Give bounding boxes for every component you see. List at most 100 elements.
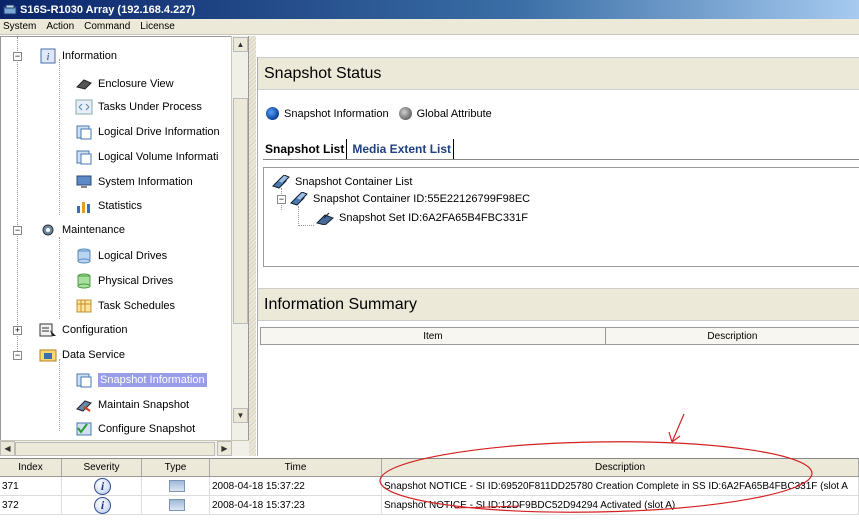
window-title-bar: S16S-R1030 Array (192.168.4.227): [0, 0, 859, 19]
column-header-time[interactable]: Time: [210, 459, 382, 476]
tree-label: System Information: [98, 176, 193, 188]
information-icon: i: [39, 48, 57, 64]
logical-drives-icon: [75, 248, 93, 264]
snapshot-container-icon: [290, 191, 308, 207]
radio-global-attribute[interactable]: [398, 107, 412, 120]
menu-action[interactable]: Action: [46, 21, 74, 32]
physical-drives-icon: [75, 273, 93, 289]
tree-item-maintenance[interactable]: Maintenance: [39, 219, 125, 241]
cell-time: 2008-04-18 15:37:22: [210, 477, 382, 495]
app-icon: [3, 4, 17, 14]
tree-label: Snapshot Container ID:55E22126799F98EC: [313, 193, 531, 205]
scroll-thumb[interactable]: [233, 98, 248, 324]
menu-command[interactable]: Command: [84, 21, 130, 32]
scroll-right-icon[interactable]: ▶: [217, 441, 232, 456]
tree-item-physical-drives[interactable]: Physical Drives: [75, 270, 173, 292]
snapshot-tabs: Snapshot List Media Extent List: [263, 139, 455, 159]
tree-item-system-information[interactable]: System Information: [75, 171, 193, 193]
collapse-data-service-icon[interactable]: −: [13, 351, 22, 360]
tree-label: Logical Drives: [98, 250, 168, 262]
column-header-index[interactable]: Index: [0, 459, 62, 476]
tree-label: Task Schedules: [98, 300, 176, 312]
cell-severity: i: [62, 496, 142, 514]
column-header-type[interactable]: Type: [142, 459, 210, 476]
table-row[interactable]: 372 i 2008-04-18 15:37:23 Snapshot NOTIC…: [0, 496, 859, 515]
tree-horizontal-scrollbar[interactable]: ◀ ▶: [0, 440, 249, 456]
tree-label: Physical Drives: [98, 275, 174, 287]
snapshot-type-icon: [168, 480, 185, 492]
expand-configuration-icon[interactable]: +: [13, 326, 22, 335]
menu-bar: System Action Command License: [0, 19, 859, 35]
column-header-item[interactable]: Item: [261, 328, 606, 344]
logical-drive-info-icon: [75, 124, 93, 140]
tree-item-snapshot-set[interactable]: Snapshot Set ID:6A2FA65B4FBC331F: [316, 207, 528, 229]
tab-media-extent-list[interactable]: Media Extent List: [350, 139, 455, 159]
column-header-severity[interactable]: Severity: [62, 459, 142, 476]
tree-item-tasks-under-process[interactable]: Tasks Under Process: [75, 96, 202, 118]
snapshot-tree: Snapshot Container List − Snapshot Conta…: [263, 167, 859, 267]
cell-time: 2008-04-18 15:37:23: [210, 496, 382, 514]
tree-item-logical-drive-information[interactable]: Logical Drive Information: [75, 121, 220, 143]
maintain-snapshot-icon: [75, 397, 93, 413]
tree-item-enclosure-view[interactable]: Enclosure View: [75, 73, 174, 95]
tree-guide-line: [17, 37, 18, 357]
tree-item-snapshot-information[interactable]: Snapshot Information: [75, 369, 207, 391]
tree-item-configuration[interactable]: Configuration: [39, 319, 127, 341]
snapshot-container-icon: [272, 174, 290, 190]
tree-label: Configure Snapshot: [98, 423, 196, 435]
table-row[interactable]: 371 i 2008-04-18 15:37:22 Snapshot NOTIC…: [0, 477, 859, 496]
info-severity-icon: i: [94, 496, 111, 514]
cell-severity: i: [62, 477, 142, 495]
info-summary-table-header: Item Description: [260, 327, 859, 345]
pane-splitter[interactable]: [249, 36, 256, 456]
tree-item-logical-volume-information[interactable]: Logical Volume Informati: [75, 146, 218, 168]
column-header-description[interactable]: Description: [606, 328, 859, 344]
information-summary-heading: Information Summary: [258, 288, 859, 321]
snapshot-status-panel: Snapshot Status Snapshot Information Glo…: [257, 57, 859, 456]
window-title: S16S-R1030 Array (192.168.4.227): [20, 3, 196, 16]
logical-volume-info-icon: [75, 149, 93, 165]
tab-divider: [263, 159, 859, 160]
tree-item-task-schedules[interactable]: Task Schedules: [75, 295, 175, 317]
scroll-down-icon[interactable]: ▼: [233, 408, 248, 423]
scroll-thumb[interactable]: [15, 442, 215, 456]
scroll-up-icon[interactable]: ▲: [233, 37, 248, 52]
column-header-description[interactable]: Description: [382, 459, 859, 476]
tree-label: Configuration: [62, 324, 128, 336]
menu-license[interactable]: License: [140, 21, 174, 32]
configuration-icon: [39, 322, 57, 338]
tree-guide-line: [298, 225, 314, 226]
tree-vertical-scrollbar[interactable]: ▲ ▼: [231, 36, 248, 440]
event-log-table: Index Severity Type Time Description 371…: [0, 458, 859, 525]
scroll-left-icon[interactable]: ◀: [0, 441, 15, 456]
tree-guide-line: [59, 237, 60, 319]
svg-text:i: i: [47, 52, 50, 63]
data-service-icon: [39, 347, 57, 363]
collapse-information-icon[interactable]: −: [13, 52, 22, 61]
tree-label: Logical Volume Informati: [98, 151, 219, 163]
cell-index: 371: [0, 477, 62, 495]
info-severity-icon: i: [94, 477, 111, 495]
tree-item-statistics[interactable]: Statistics: [75, 195, 142, 217]
tree-label: Tasks Under Process: [98, 101, 202, 113]
collapse-container-icon[interactable]: −: [277, 195, 286, 204]
menu-system[interactable]: System: [3, 21, 36, 32]
radio-snapshot-information[interactable]: [266, 107, 279, 120]
tree-item-information[interactable]: i Information: [39, 45, 117, 67]
tree-guide-line: [59, 59, 60, 215]
tab-snapshot-list[interactable]: Snapshot List: [263, 139, 348, 159]
tree-label: Statistics: [98, 200, 143, 212]
view-mode-radio-group: Snapshot Information Global Attribute: [266, 107, 492, 120]
snapshot-type-icon: [168, 499, 185, 511]
tree-item-maintain-snapshot[interactable]: Maintain Snapshot: [75, 394, 189, 416]
tree-item-configure-snapshot[interactable]: Configure Snapshot: [75, 418, 195, 440]
navigation-tree: − i Information Enclosure View Tasks Und…: [0, 36, 249, 456]
snapshot-status-heading: Snapshot Status: [258, 57, 859, 90]
event-log-header: Index Severity Type Time Description: [0, 459, 859, 477]
tree-item-data-service[interactable]: Data Service: [39, 344, 125, 366]
statistics-icon: [75, 198, 93, 214]
collapse-maintenance-icon[interactable]: −: [13, 226, 22, 235]
tree-label: Snapshot Set ID:6A2FA65B4FBC331F: [339, 212, 528, 224]
tree-item-logical-drives[interactable]: Logical Drives: [75, 245, 167, 267]
enclosure-icon: [75, 76, 93, 92]
